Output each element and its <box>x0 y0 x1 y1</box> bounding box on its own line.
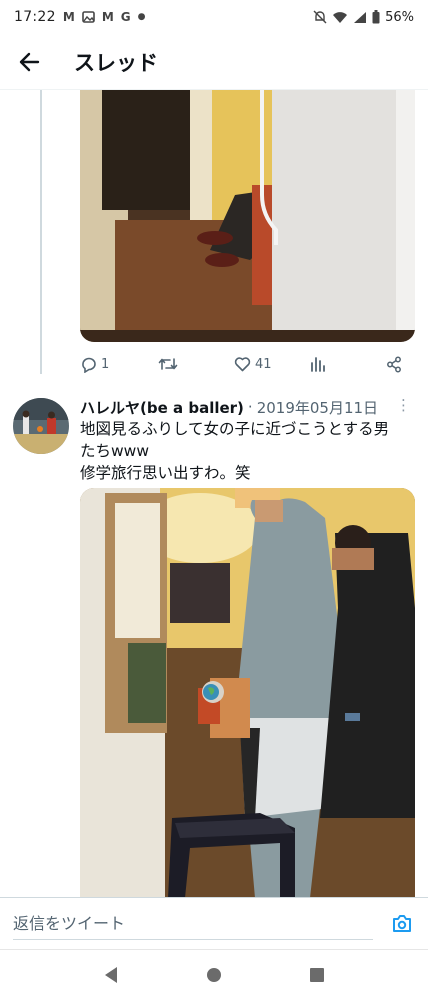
gmail-icon: M <box>62 10 75 24</box>
reply-count: 1 <box>101 356 110 372</box>
tweet-header: ハレルヤ(be a baller) · 2019年05月11日 ⋮ <box>80 396 415 418</box>
back-button[interactable] <box>0 34 58 90</box>
share-icon <box>387 356 401 372</box>
status-bar: 17:22 M M G ● 56% <box>0 0 428 34</box>
reply-bar: 返信をツイート <box>0 897 428 949</box>
more-notifications-icon: ● <box>137 12 146 22</box>
wifi-icon <box>333 11 348 23</box>
app-header: スレッド <box>0 34 428 90</box>
like-action[interactable]: 41 <box>234 356 310 372</box>
thread-line <box>40 90 42 374</box>
share-action[interactable] <box>386 356 402 373</box>
recents-square-icon <box>309 967 324 982</box>
signal-icon <box>354 11 367 23</box>
analytics-icon <box>311 357 325 372</box>
reply-input[interactable]: 返信をツイート <box>13 910 373 940</box>
retweet-icon <box>158 358 178 370</box>
battery-level: 56% <box>385 9 414 25</box>
author-name[interactable]: ハレルヤ(be a baller) <box>80 397 244 418</box>
like-count: 41 <box>255 356 272 372</box>
tweet-text-line: たちwww <box>80 442 150 460</box>
retweet-action[interactable] <box>158 356 234 372</box>
arrow-left-icon <box>19 52 40 71</box>
battery-icon <box>372 10 380 24</box>
tweet-text-line: 修学旅行思い出すわ。笑 <box>80 464 251 482</box>
mute-icon <box>313 10 327 24</box>
analytics-action[interactable] <box>310 356 386 372</box>
heart-icon <box>234 357 251 372</box>
tweet-actions: 1 41 <box>80 350 410 378</box>
home-nav-button[interactable] <box>199 960 229 990</box>
separator: · <box>247 398 253 416</box>
triangle-back-icon <box>105 966 118 983</box>
camera-icon <box>393 915 411 932</box>
avatar[interactable] <box>13 398 69 454</box>
back-nav-button[interactable] <box>96 960 126 990</box>
reply-icon <box>82 357 96 373</box>
status-time: 17:22 <box>14 9 56 25</box>
tweet-date[interactable]: 2019年05月11日 <box>257 397 378 418</box>
tweet-photo[interactable] <box>80 488 415 898</box>
tweet-text-line: 地図見るふりして女の子に近づこうとする男 <box>80 420 390 438</box>
gmail-icon: M <box>101 10 114 24</box>
reply-action[interactable]: 1 <box>80 356 158 373</box>
system-nav-bar <box>0 949 428 999</box>
page-title: スレッド <box>74 50 158 75</box>
tweet-photo[interactable] <box>80 90 415 342</box>
google-icon: G <box>120 10 131 24</box>
photo-icon <box>82 11 95 23</box>
tweet-text: 地図見るふりして女の子に近づこうとする男 たちwww 修学旅行思い出すわ。笑 <box>80 418 416 484</box>
recents-nav-button[interactable] <box>302 960 332 990</box>
camera-button[interactable] <box>388 910 416 938</box>
more-options-icon[interactable]: ⋮ <box>396 396 411 414</box>
home-circle-icon <box>206 967 221 982</box>
